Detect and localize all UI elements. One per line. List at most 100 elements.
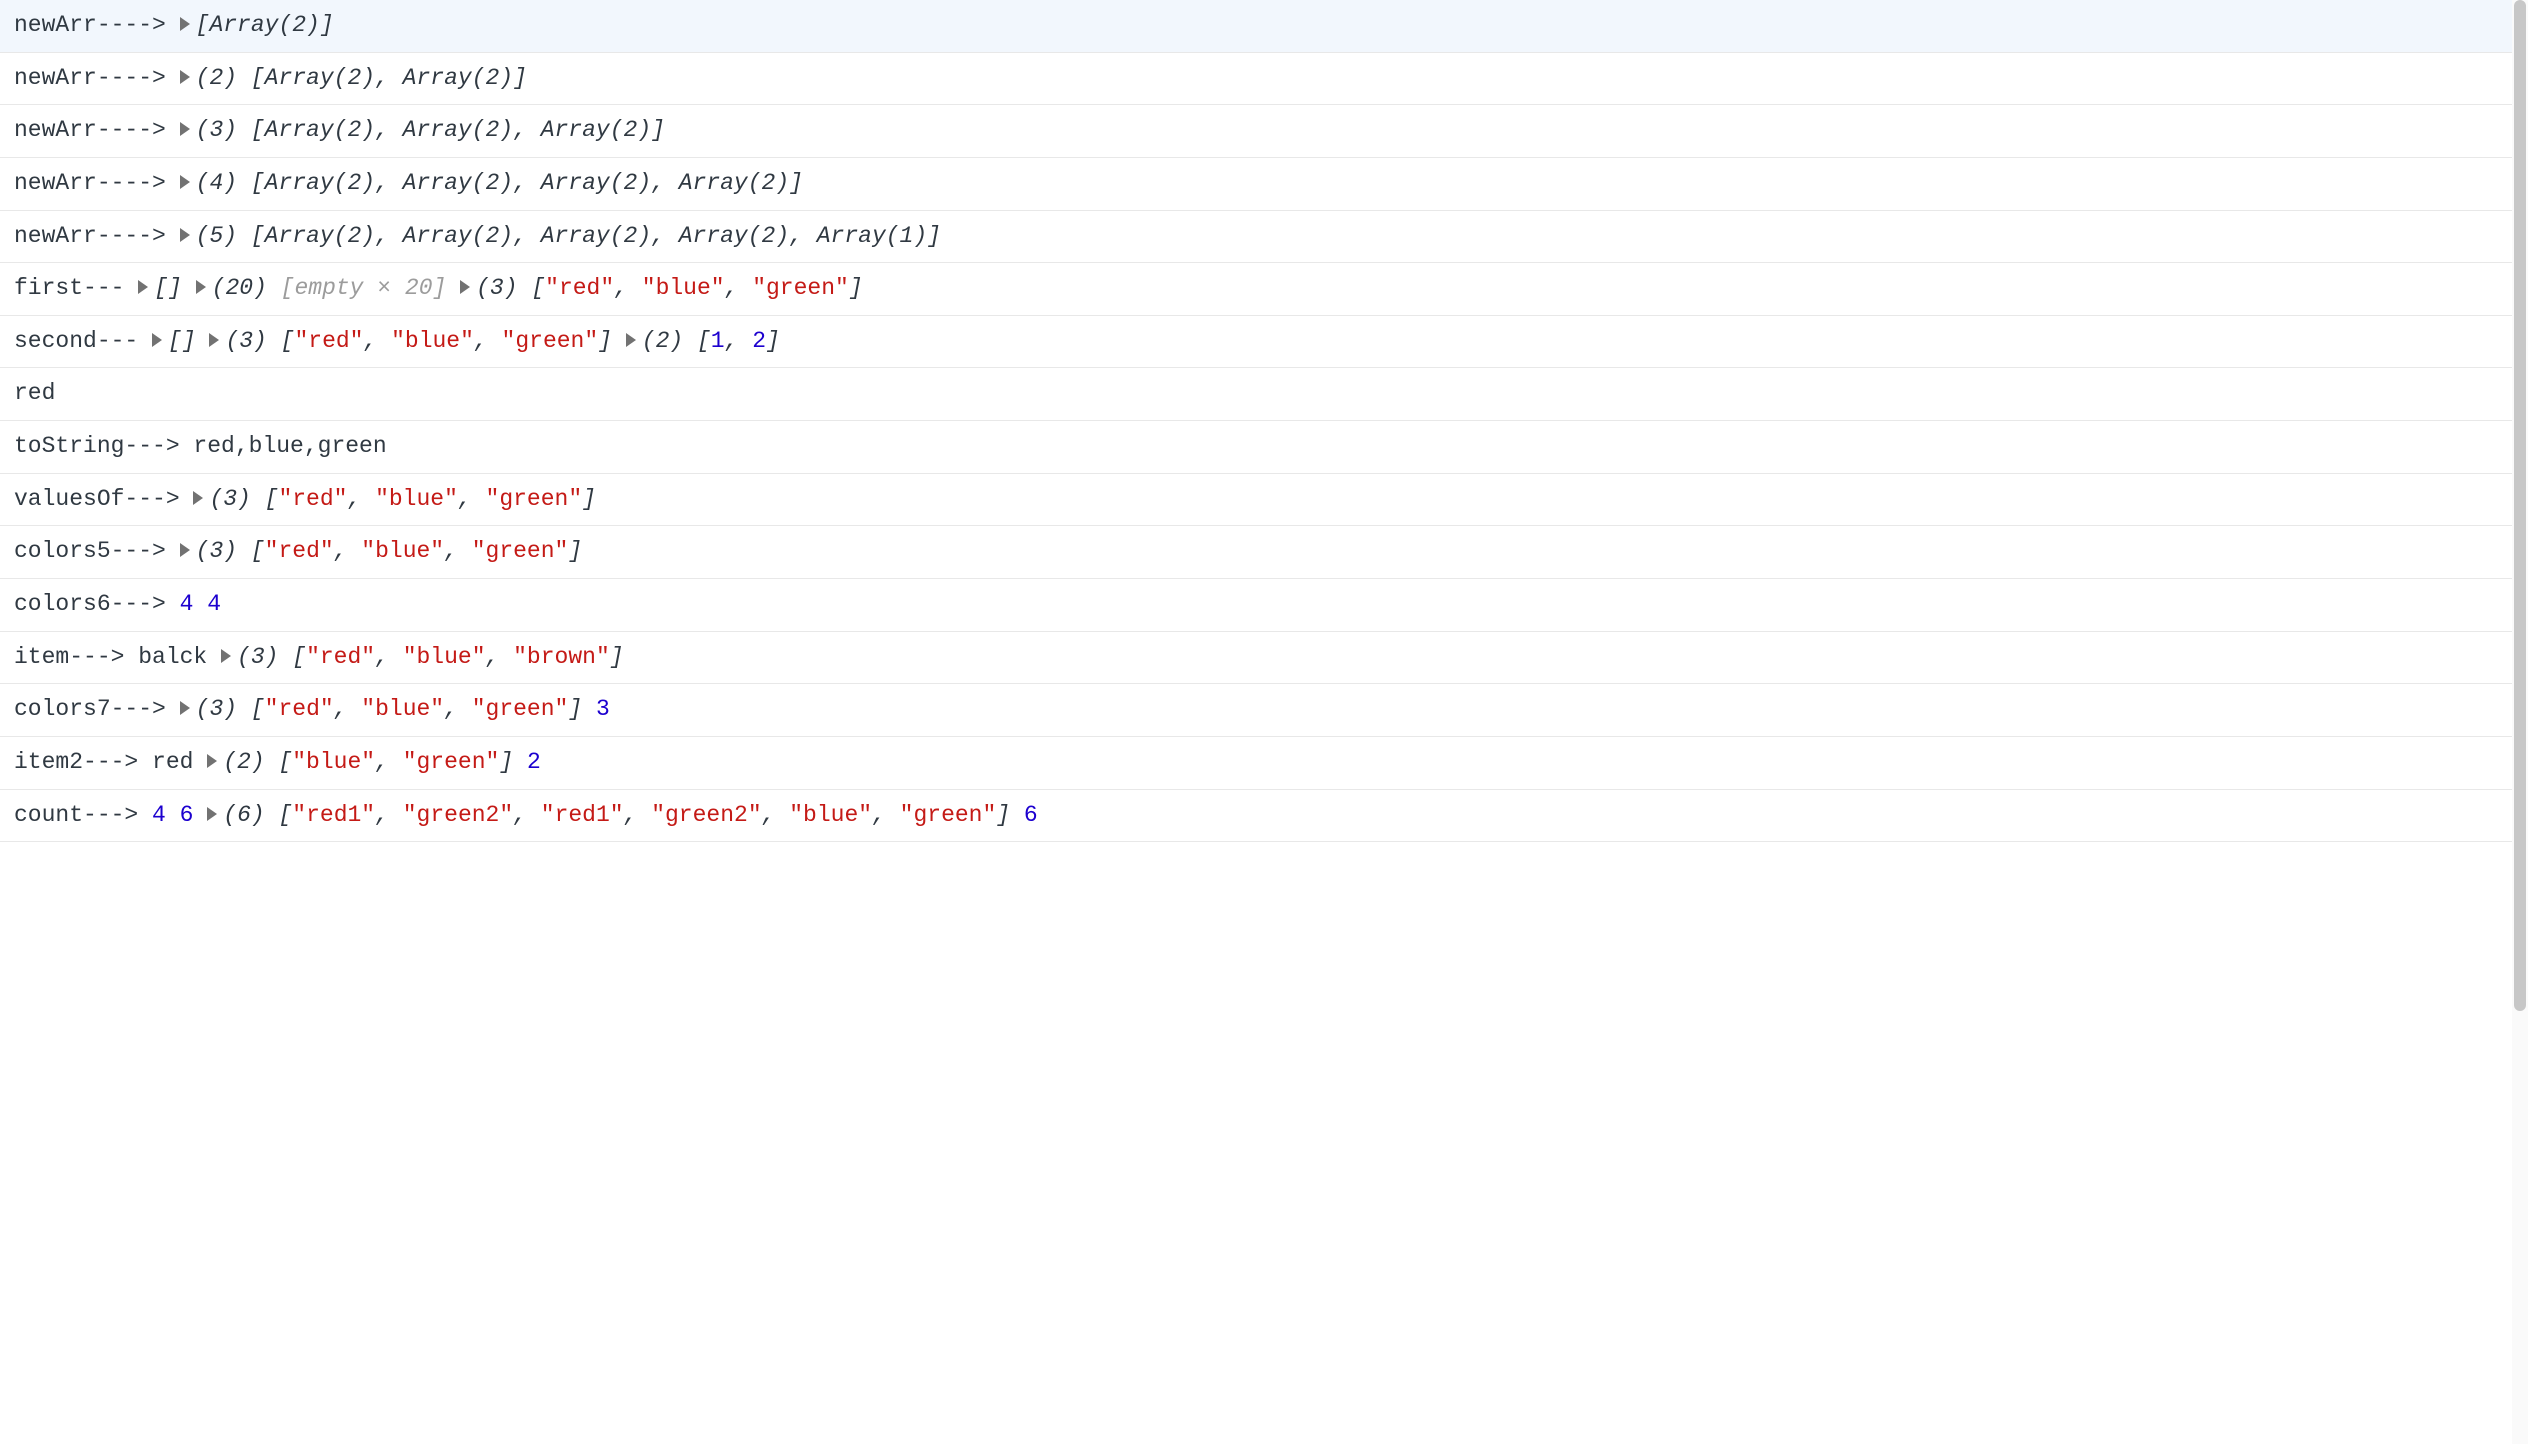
- console-text-plain: colors5--->: [14, 538, 180, 564]
- console-text-italic: (4) [Array(2), Array(2), Array(2), Array…: [196, 170, 803, 196]
- console-text-italic: ,: [375, 644, 403, 670]
- console-text-str: "red1": [292, 802, 375, 828]
- console-row[interactable]: toString---> red,blue,green: [0, 421, 2528, 474]
- console-row[interactable]: second--- [] (3) ["red", "blue", "green"…: [0, 316, 2528, 369]
- console-text-str: "blue": [292, 749, 375, 775]
- console-text-str: "blue": [375, 486, 458, 512]
- console-text-italic: [Array(2)]: [196, 12, 334, 38]
- console-text-italic: ]: [598, 328, 626, 354]
- console-text-italic: ,: [762, 802, 790, 828]
- console-text-italic: ,: [624, 802, 652, 828]
- console-text-num: 2: [527, 749, 541, 775]
- expand-triangle-icon[interactable]: [180, 17, 190, 31]
- console-text-plain: [582, 696, 596, 722]
- console-text-str: "green": [472, 696, 569, 722]
- console-text-italic: ,: [872, 802, 900, 828]
- expand-triangle-icon[interactable]: [180, 175, 190, 189]
- expand-triangle-icon[interactable]: [180, 701, 190, 715]
- console-text-str: "brown": [513, 644, 610, 670]
- console-text-italic: (3) [: [196, 538, 265, 564]
- console-text-italic: ,: [513, 802, 541, 828]
- expand-triangle-icon[interactable]: [152, 333, 162, 347]
- console-text-italic: ,: [444, 696, 472, 722]
- console-text-plain: [446, 275, 460, 301]
- console-row[interactable]: first--- [] (20) [empty × 20] (3) ["red"…: [0, 263, 2528, 316]
- console-text-plain: toString---> red,blue,green: [14, 433, 387, 459]
- console-row[interactable]: red: [0, 368, 2528, 421]
- console-text-italic: ,: [334, 696, 362, 722]
- console-text-num: 4: [207, 591, 221, 617]
- console-text-plain: count--->: [14, 802, 152, 828]
- expand-triangle-icon[interactable]: [180, 122, 190, 136]
- console-text-str: "red": [265, 538, 334, 564]
- console-text-italic: (3) [: [237, 644, 306, 670]
- console-row[interactable]: newArr----> (2) [Array(2), Array(2)]: [0, 53, 2528, 106]
- expand-triangle-icon[interactable]: [180, 70, 190, 84]
- console-text-num: 1: [711, 328, 725, 354]
- console-text-num: 4: [180, 591, 194, 617]
- console-text-str: "green": [900, 802, 997, 828]
- console-text-str: "blue": [361, 538, 444, 564]
- console-text-str: "blue": [403, 644, 486, 670]
- console-text-italic: ,: [334, 538, 362, 564]
- console-text-italic: (3) [: [196, 696, 265, 722]
- console-text-italic: ]: [582, 486, 596, 512]
- expand-triangle-icon[interactable]: [138, 280, 148, 294]
- expand-triangle-icon[interactable]: [180, 543, 190, 557]
- console-text-str: "blue": [361, 696, 444, 722]
- console-row[interactable]: colors6---> 4 4: [0, 579, 2528, 632]
- console-row[interactable]: newArr----> (3) [Array(2), Array(2), Arr…: [0, 105, 2528, 158]
- console-row[interactable]: count---> 4 6 (6) ["red1", "green2", "re…: [0, 790, 2528, 843]
- console-text-italic: ,: [486, 644, 514, 670]
- console-text-str: "blue": [391, 328, 474, 354]
- console-text-str: "green": [472, 538, 569, 564]
- console-text-str: "red": [294, 328, 363, 354]
- expand-triangle-icon[interactable]: [460, 280, 470, 294]
- expand-triangle-icon[interactable]: [626, 333, 636, 347]
- console-text-italic: ,: [375, 802, 403, 828]
- console-text-italic: (6) [: [223, 802, 292, 828]
- scrollbar-track[interactable]: [2512, 0, 2528, 1444]
- expand-triangle-icon[interactable]: [193, 491, 203, 505]
- console-text-italic: (2) [Array(2), Array(2)]: [196, 65, 527, 91]
- console-row[interactable]: colors7---> (3) ["red", "blue", "green"]…: [0, 684, 2528, 737]
- console-row[interactable]: colors5---> (3) ["red", "blue", "green"]: [0, 526, 2528, 579]
- console-text-plain: red: [14, 380, 55, 406]
- console-row[interactable]: newArr----> (4) [Array(2), Array(2), Arr…: [0, 158, 2528, 211]
- console-text-italic: ]: [849, 275, 863, 301]
- console-text-str: "green2": [403, 802, 513, 828]
- console-row[interactable]: newArr----> [Array(2)]: [0, 0, 2528, 53]
- console-output: newArr----> [Array(2)]newArr----> (2) [A…: [0, 0, 2528, 842]
- expand-triangle-icon[interactable]: [209, 333, 219, 347]
- expand-triangle-icon[interactable]: [180, 228, 190, 242]
- console-text-str: "blue": [642, 275, 725, 301]
- expand-triangle-icon[interactable]: [221, 649, 231, 663]
- console-text-str: "red": [545, 275, 614, 301]
- console-text-num: 4: [152, 802, 166, 828]
- console-text-italic: ,: [444, 538, 472, 564]
- console-row[interactable]: newArr----> (5) [Array(2), Array(2), Arr…: [0, 211, 2528, 264]
- console-text-str: "green": [502, 328, 599, 354]
- console-text-str: "green": [403, 749, 500, 775]
- console-row[interactable]: item---> balck (3) ["red", "blue", "brow…: [0, 632, 2528, 685]
- console-text-plain: newArr---->: [14, 65, 180, 91]
- console-text-dim-italic: [empty × 20]: [281, 275, 447, 301]
- console-row[interactable]: item2---> red (2) ["blue", "green"] 2: [0, 737, 2528, 790]
- console-text-italic: (3) [Array(2), Array(2), Array(2)]: [196, 117, 665, 143]
- console-text-italic: (5) [Array(2), Array(2), Array(2), Array…: [196, 223, 941, 249]
- console-text-italic: ]: [766, 328, 780, 354]
- console-text-plain: first---: [14, 275, 138, 301]
- console-text-plain: [193, 802, 207, 828]
- console-text-italic: (20): [212, 275, 281, 301]
- console-text-str: "green": [752, 275, 849, 301]
- console-row[interactable]: valuesOf---> (3) ["red", "blue", "green"…: [0, 474, 2528, 527]
- console-text-italic: ,: [725, 275, 753, 301]
- console-text-num: 6: [1024, 802, 1038, 828]
- scrollbar-thumb[interactable]: [2514, 0, 2526, 1011]
- console-text-italic: ]: [610, 644, 624, 670]
- expand-triangle-icon[interactable]: [207, 807, 217, 821]
- console-text-italic: []: [168, 328, 209, 354]
- expand-triangle-icon[interactable]: [196, 280, 206, 294]
- console-text-italic: ,: [347, 486, 375, 512]
- expand-triangle-icon[interactable]: [207, 754, 217, 768]
